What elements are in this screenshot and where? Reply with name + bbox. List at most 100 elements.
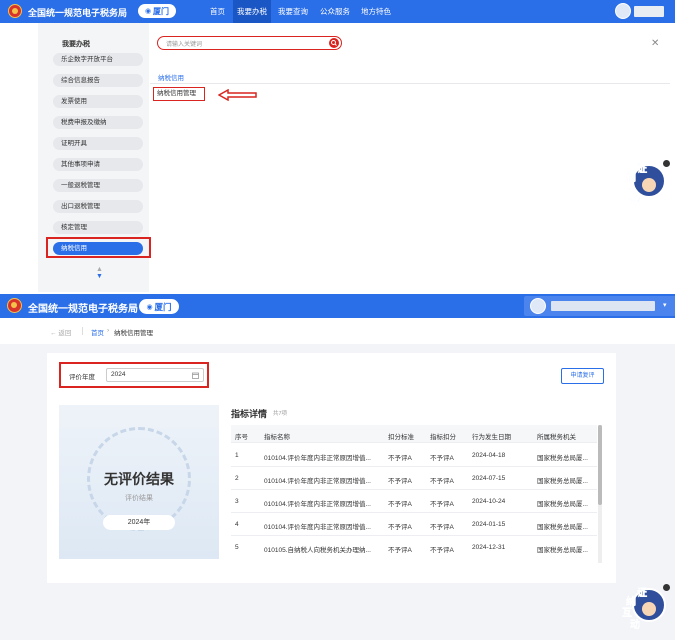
- col-header: 指标扣分: [430, 434, 456, 441]
- sidebar-item-invoice-use[interactable]: 发票使用: [53, 95, 143, 108]
- sidebar-item-info-report[interactable]: 综合信息报告: [53, 74, 143, 87]
- city-selector[interactable]: ◉ 厦门: [139, 299, 179, 314]
- table-cell: 1: [235, 452, 239, 459]
- table-cell: 2: [235, 475, 239, 482]
- robot-char: 动: [630, 620, 641, 632]
- table-cell[interactable]: 010104.评价年度内非正常原因增值...: [264, 498, 371, 508]
- table-cell: 不予评A: [388, 478, 412, 485]
- table-cell: 3: [235, 498, 239, 505]
- nav-item-public-service[interactable]: 公众服务: [320, 6, 350, 17]
- bottom-screenshot: 全国统一规范电子税务局 ◉ 厦门 ▾ ← 返回 首页 › 纳税信用管理 评价年度…: [0, 294, 675, 640]
- assistant-robot[interactable]: 证 纳 互 动: [622, 584, 670, 632]
- back-arrow-icon: ←: [50, 330, 57, 337]
- left-arrow-icon: [218, 89, 257, 101]
- table-cell: 不予评A: [430, 547, 454, 554]
- result-title: 无评价结果: [104, 471, 174, 487]
- table-cell[interactable]: 010104.评价年度内非正常原因增值...: [264, 452, 371, 462]
- table-cell: 国家税务总局厦...: [537, 524, 588, 531]
- close-icon[interactable]: ✕: [651, 38, 659, 49]
- calendar-icon: [192, 372, 199, 379]
- table-cell: 4: [235, 521, 239, 528]
- chevron-down-icon: ▾: [663, 302, 667, 309]
- divider: [82, 327, 83, 335]
- tax-logo-icon: [7, 298, 22, 313]
- table-cell: 不予评A: [430, 478, 454, 485]
- nav-item-query[interactable]: 我要查询: [278, 6, 308, 17]
- table-cell: 5: [235, 544, 239, 551]
- robot-char: 动: [630, 196, 641, 208]
- table-cell: 不予评A: [430, 524, 454, 531]
- location-pin-icon: ◉: [144, 8, 152, 15]
- breadcrumb-home[interactable]: 首页: [91, 327, 104, 337]
- sidebar-item-general-refund[interactable]: 一般退税管理: [53, 179, 143, 192]
- sidebar-item-tax-declare[interactable]: 税费申报及缴纳: [53, 116, 143, 129]
- search-button[interactable]: [329, 38, 339, 48]
- username-redacted[interactable]: [634, 6, 664, 17]
- apply-reevaluation-button[interactable]: 申请复评: [561, 368, 604, 384]
- year-filter-label: 评价年度: [69, 374, 95, 381]
- credit-main-card: 评价年度 2024 申请复评 无评价结果 评价结果 2024年 指标详情 共7项…: [47, 353, 616, 583]
- table-cell: 国家税务总局厦...: [537, 455, 588, 462]
- table-cell: 国家税务总局厦...: [537, 501, 588, 508]
- table-cell: 不予评A: [388, 547, 412, 554]
- username-redacted: [551, 301, 655, 311]
- minimize-icon[interactable]: [663, 160, 670, 167]
- city-name: 厦门: [154, 301, 172, 312]
- sidebar-item-export-refund[interactable]: 出口退税管理: [53, 200, 143, 213]
- table-cell: 2024-07-15: [472, 475, 506, 482]
- table-cell[interactable]: 010104.评价年度内非正常原因增值...: [264, 521, 371, 531]
- table-title: 指标详情: [231, 409, 268, 419]
- result-year-badge: 2024年: [103, 515, 175, 530]
- year-picker[interactable]: 2024: [106, 368, 204, 382]
- table-scrollbar[interactable]: [598, 425, 602, 563]
- tax-logo-icon: [8, 4, 22, 18]
- user-avatar-icon: [530, 298, 546, 314]
- divider: [150, 83, 670, 84]
- site-title: 全国统一规范电子税务局: [28, 8, 128, 18]
- search-box[interactable]: 请输入关键词: [157, 36, 342, 50]
- breadcrumb: ← 返回 首页 › 纳税信用管理: [0, 318, 675, 344]
- sidebar-item-assessment[interactable]: 核定管理: [53, 221, 143, 234]
- table-cell: 不予评A: [388, 501, 412, 508]
- top-screenshot: 全国统一规范电子税务局 ◉ 厦门 首页 我要办税 我要查询 公众服务 地方特色 …: [0, 0, 675, 292]
- table-cell: 不予评A: [430, 455, 454, 462]
- sidebar-heading: 我要办税: [62, 41, 90, 48]
- nav-item-local-feature[interactable]: 地方特色: [361, 6, 391, 17]
- col-header: 序号: [235, 434, 248, 441]
- col-header: 行为发生日期: [472, 434, 511, 441]
- sidebar-item-other-request[interactable]: 其他事项申请: [53, 158, 143, 171]
- table-cell: 2024-01-15: [472, 521, 506, 528]
- search-input[interactable]: 请输入关键词: [166, 39, 202, 48]
- divider: [231, 512, 597, 513]
- nav-item-home[interactable]: 首页: [210, 6, 225, 17]
- sidebar-item-certificate[interactable]: 证明开具: [53, 137, 143, 150]
- minimize-icon[interactable]: [663, 584, 670, 591]
- year-filter: 评价年度 2024: [59, 362, 209, 388]
- city-selector[interactable]: ◉ 厦门: [138, 4, 176, 18]
- city-name: 厦门: [153, 6, 170, 16]
- table-cell[interactable]: 010104.评价年度内非正常原因增值...: [264, 475, 371, 485]
- user-avatar-icon[interactable]: [615, 3, 631, 19]
- table-cell: 2024-12-31: [472, 544, 506, 551]
- year-picker-value: 2024: [111, 371, 126, 378]
- table-cell: 不予评A: [388, 524, 412, 531]
- user-menu[interactable]: ▾: [524, 296, 675, 316]
- table-cell: 2024-10-24: [472, 498, 506, 505]
- sidebar-item-leqi-platform[interactable]: 乐企数字开放平台: [53, 53, 143, 66]
- table-cell[interactable]: 010105.自纳税人向税务机关办理纳...: [264, 544, 371, 554]
- top-header: 全国统一规范电子税务局 ◉ 厦门 首页 我要办税 我要查询 公众服务 地方特色: [0, 0, 675, 23]
- col-header: 扣分标准: [388, 434, 414, 441]
- menu-item-tax-credit-management[interactable]: 纳税信用管理: [153, 87, 205, 101]
- breadcrumb-separator: ›: [107, 327, 110, 334]
- back-button[interactable]: ← 返回: [50, 327, 71, 337]
- nav-item-handle-tax[interactable]: 我要办税: [233, 0, 271, 23]
- divider: [231, 535, 597, 536]
- scroll-up-icon[interactable]: ▲: [96, 266, 103, 273]
- scroll-down-icon[interactable]: ▼: [96, 273, 103, 280]
- col-header: 指标名称: [264, 434, 290, 441]
- robot-char: 证: [637, 588, 648, 600]
- location-pin-icon: ◉: [146, 303, 153, 311]
- highlight-box-sidebar: [46, 237, 151, 258]
- scrollbar-thumb[interactable]: [598, 425, 602, 505]
- assistant-robot[interactable]: 证 纳 互 动: [622, 160, 670, 208]
